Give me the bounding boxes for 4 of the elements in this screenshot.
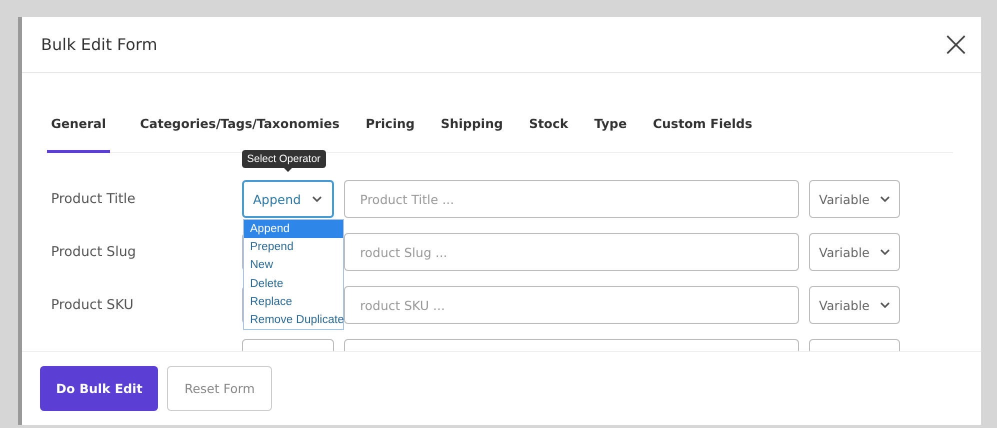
modal-title: Bulk Edit Form <box>41 35 158 54</box>
field-label: Product Title <box>51 191 136 207</box>
field-label: Product Slug <box>51 244 137 260</box>
field-label: Product SKU <box>51 297 134 313</box>
